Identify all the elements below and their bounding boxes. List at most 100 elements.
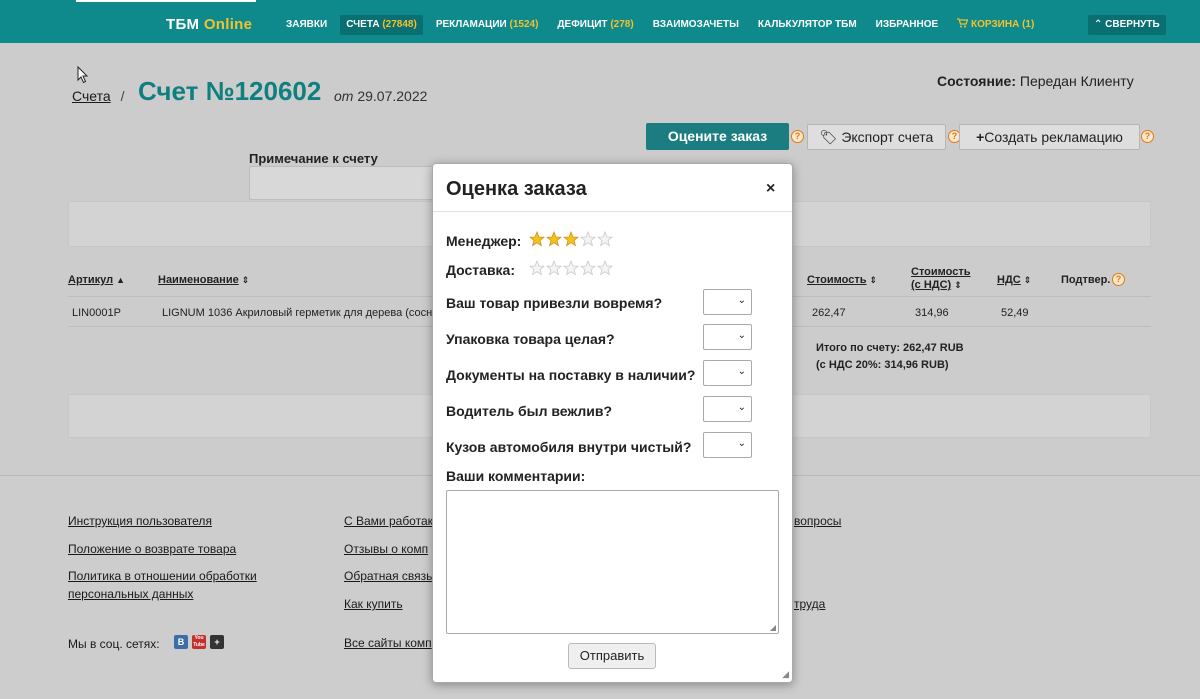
comments-textarea[interactable]: ◢ [446, 490, 779, 634]
total-vat-line: (с НДС 20%: 314,96 RUB) [816, 359, 949, 371]
create-claim-button[interactable]: +Создать рекламацию [959, 124, 1140, 150]
total-line: Итого по счету: 262,47 RUB [816, 342, 964, 354]
help-icon[interactable]: ? [1141, 130, 1154, 143]
th-vat[interactable]: НДС ⇕ [997, 274, 1031, 286]
th-name[interactable]: Наименование ⇕ [158, 274, 249, 286]
collapse-button[interactable]: ⌃ СВЕРНУТЬ [1088, 15, 1166, 35]
nav-label: ЗАЯВКИ [286, 19, 328, 30]
nav-item-favorites[interactable]: ИЗБРАННОЕ [870, 15, 945, 35]
cell-cost-vat: 314,96 [915, 307, 949, 319]
nav-count: (1) [1022, 19, 1035, 30]
footer-link[interactable]: труда [794, 597, 825, 611]
star-filled-icon[interactable] [529, 231, 545, 247]
status: Состояние: Передан Клиенту [937, 73, 1134, 89]
comments-label: Ваши комментарии: [446, 468, 586, 484]
star-empty-icon[interactable] [597, 231, 613, 247]
resize-handle-icon[interactable]: ◢ [782, 669, 789, 680]
help-icon[interactable]: ? [1112, 273, 1125, 286]
question-select[interactable]: ⌄ [703, 432, 752, 458]
chevron-down-icon: ⌄ [737, 295, 746, 306]
nav-count: (27848) [382, 19, 417, 30]
question-select[interactable]: ⌄ [703, 396, 752, 422]
star-empty-icon[interactable] [563, 260, 579, 276]
nav-item-invoices[interactable]: СЧЕТА (27848) [340, 15, 423, 35]
nav-item-calculator[interactable]: КАЛЬКУЛЯТОР ТБМ [752, 15, 863, 35]
footer-link[interactable]: персональных данных [68, 587, 193, 601]
delivery-label: Доставка: [446, 262, 516, 278]
star-filled-icon[interactable] [546, 231, 562, 247]
note-label: Примечание к счету [249, 151, 378, 166]
star-empty-icon[interactable] [597, 260, 613, 276]
star-filled-icon[interactable] [563, 231, 579, 247]
logo-sub: Online [203, 16, 253, 33]
mouse-cursor-icon [77, 65, 89, 89]
modal-divider [433, 211, 792, 212]
export-label: Экспорт счета [841, 129, 934, 145]
rate-order-button[interactable]: Оцените заказ [646, 123, 789, 150]
th-cost-vat[interactable]: Стоимость (с НДС) ⇕ [911, 266, 971, 292]
footer-link[interactable]: Как купить [344, 597, 403, 611]
footer-link[interactable]: Положение о возврате товара [68, 542, 236, 556]
sort-icon: ⇕ [241, 275, 250, 285]
footer-link[interactable]: Инструкция пользователя [68, 514, 212, 528]
manager-rating [529, 231, 613, 247]
youtube-icon[interactable]: You Tube [192, 635, 206, 649]
sort-asc-icon: ▲ [116, 275, 126, 285]
star-empty-icon[interactable] [529, 260, 545, 276]
nav-item-offsets[interactable]: ВЗАИМОЗАЧЕТЫ [647, 15, 745, 35]
breadcrumb-invoices-link[interactable]: Счета [72, 88, 111, 104]
social-label: Мы в соц. сетях: [68, 637, 160, 651]
footer-link[interactable]: Все сайты комп [344, 636, 432, 650]
rate-order-modal: Оценка заказа × Менеджер: Доставка: Ваш … [432, 163, 793, 683]
manager-label: Менеджер: [446, 233, 522, 249]
status-value: Передан Клиенту [1019, 73, 1134, 89]
question-select[interactable]: ⌄ [703, 360, 752, 386]
close-icon[interactable]: × [766, 180, 775, 198]
logo[interactable]: ТБМ Online [166, 16, 252, 33]
th-label: Наименование [158, 274, 239, 286]
submit-button[interactable]: Отправить [568, 643, 656, 669]
question-select[interactable]: ⌄ [703, 324, 752, 350]
footer-link[interactable]: С Вами работак [344, 514, 433, 528]
star-empty-icon[interactable] [580, 231, 596, 247]
date-value: 29.07.2022 [357, 88, 428, 104]
nav-item-cart[interactable]: КОРЗИНА (1) [951, 15, 1040, 35]
nav-label: ИЗБРАННОЕ [875, 19, 939, 30]
nav-item-deficit[interactable]: ДЕФИЦИТ (278) [551, 15, 639, 35]
question-select[interactable]: ⌄ [703, 289, 752, 315]
th-cost[interactable]: Стоимость ⇕ [807, 274, 877, 286]
question-label: Документы на поставку в наличии? [446, 367, 696, 383]
th-article[interactable]: Артикул ▲ [68, 274, 125, 286]
footer-link[interactable]: Обратная связь [344, 569, 432, 583]
resize-handle-icon[interactable]: ◢ [770, 623, 776, 632]
main-nav: ЗАЯВКИ СЧЕТА (27848) РЕКЛАМАЦИИ (1524) Д… [280, 15, 1040, 35]
note-field[interactable] [249, 166, 439, 200]
nav-item-requests[interactable]: ЗАЯВКИ [280, 15, 333, 35]
vk-icon[interactable]: В [174, 635, 188, 649]
star-empty-icon[interactable] [546, 260, 562, 276]
breadcrumb: Счета / [72, 88, 134, 104]
cell-cost: 262,47 [812, 307, 846, 319]
help-icon[interactable]: ? [791, 130, 804, 143]
logo-main: ТБМ [166, 16, 200, 33]
breadcrumb-separator: / [120, 88, 125, 104]
chevron-down-icon: ⌄ [737, 402, 746, 413]
th-label: (с НДС) [911, 279, 952, 291]
plus-social-icon[interactable]: + [210, 635, 224, 649]
nav-label: КОРЗИНА [970, 19, 1020, 30]
cell-article: LIN0001P [72, 307, 121, 319]
chevron-down-icon: ⌄ [737, 366, 746, 377]
th-label: Артикул [68, 274, 114, 286]
footer-link[interactable]: вопросы [794, 514, 841, 528]
cart-icon [957, 18, 969, 28]
page-title: Счет №120602 [138, 76, 322, 106]
nav-count: (1524) [509, 19, 539, 30]
footer-link[interactable]: Политика в отношении обработки [68, 569, 257, 583]
footer-link[interactable]: Отзывы о комп [344, 542, 428, 556]
export-invoice-button[interactable]: 🏷︎ Экспорт счета [807, 124, 946, 150]
delivery-rating [529, 260, 613, 276]
tag-icon: 🏷︎ [819, 129, 838, 145]
nav-item-claims[interactable]: РЕКЛАМАЦИИ (1524) [430, 15, 545, 35]
star-empty-icon[interactable] [580, 260, 596, 276]
modal-title: Оценка заказа [446, 178, 587, 200]
